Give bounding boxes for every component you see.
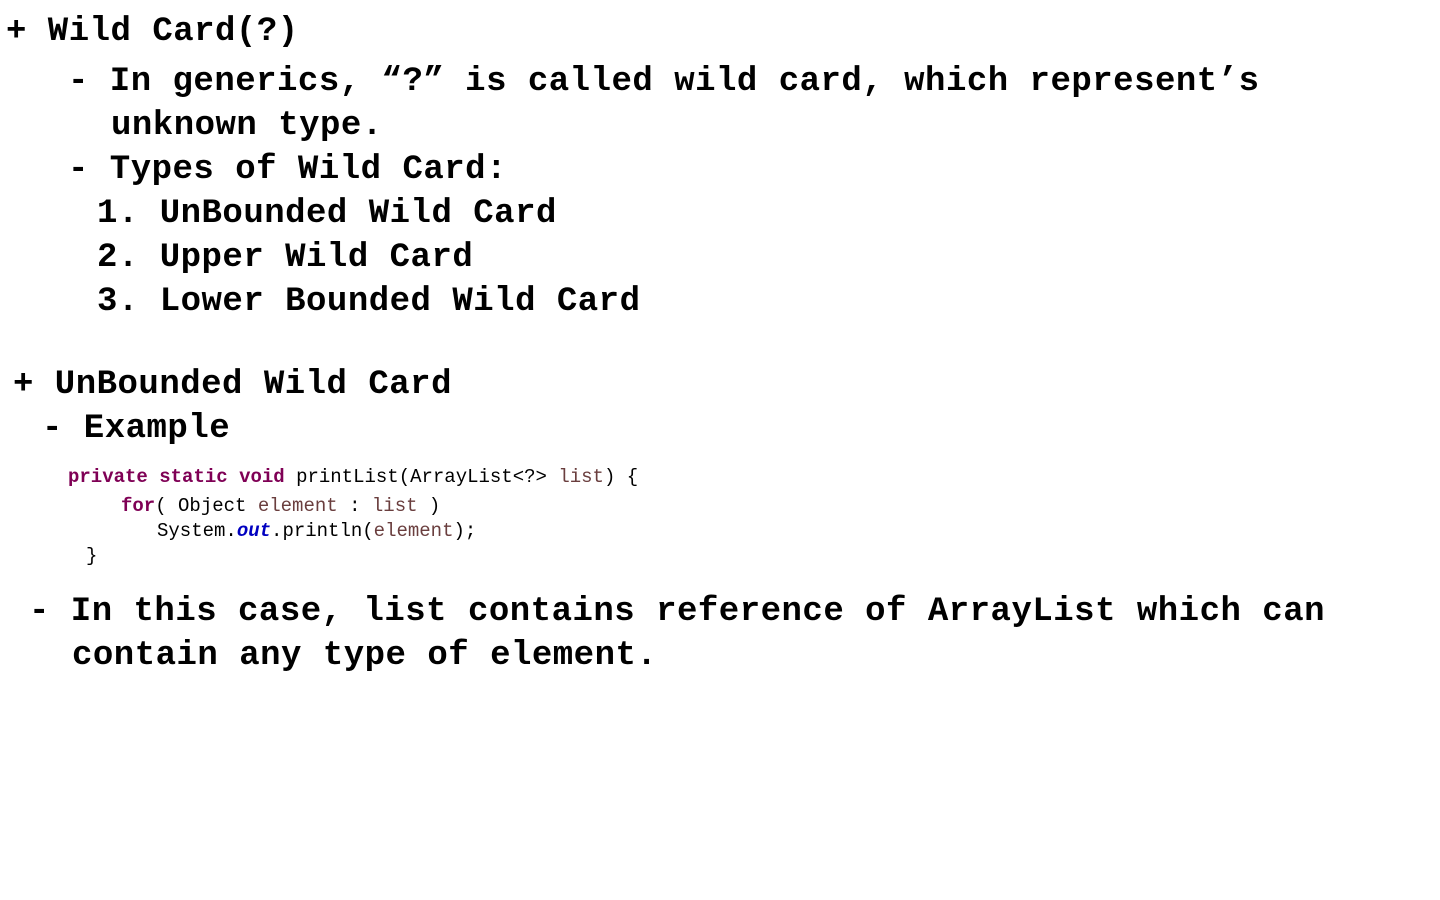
explanation-line2: contain any type of element. [72,637,658,675]
code-line-3: System.out.println(element); [157,519,476,543]
wild-card-definition-line1: - In generics, “?” is called wild card, … [68,63,1260,101]
code-variable: list [371,495,418,517]
code-keyword: static [159,466,228,488]
code-text: System. [157,520,237,542]
types-of-wild-card-heading: - Types of Wild Card: [68,151,507,189]
code-line-4: } [86,545,98,567]
code-variable: element [373,520,454,542]
code-signature: printList(ArrayList<?> [296,466,547,488]
section-heading-unbounded: + UnBounded Wild Card [13,366,452,404]
code-variable: element [257,495,338,517]
code-text: ( Object [155,495,247,517]
code-punctuation: ) [428,495,441,517]
example-label: - Example [42,410,231,448]
code-parameter: list [558,466,604,488]
type-item-upper: 2. Upper Wild Card [97,239,474,277]
code-keyword: void [239,466,285,488]
code-line-2: for( Object element : list ) [121,494,440,518]
code-keyword: private [68,466,148,488]
type-item-unbounded: 1. UnBounded Wild Card [97,195,557,233]
explanation-line1: - In this case, list contains reference … [29,593,1326,631]
code-punctuation: : [349,495,361,517]
code-line-1: private static void printList(ArrayList<… [68,465,638,489]
type-item-lower-bounded: 3. Lower Bounded Wild Card [97,283,641,321]
code-punctuation: ) { [603,466,639,488]
code-static-field: out [236,520,272,542]
code-keyword: for [121,495,156,517]
wild-card-definition-line2: unknown type. [111,107,383,145]
code-punctuation: ); [453,520,477,542]
section-heading-wild-card: + Wild Card(?) [6,13,299,51]
code-text: .println( [271,520,374,542]
